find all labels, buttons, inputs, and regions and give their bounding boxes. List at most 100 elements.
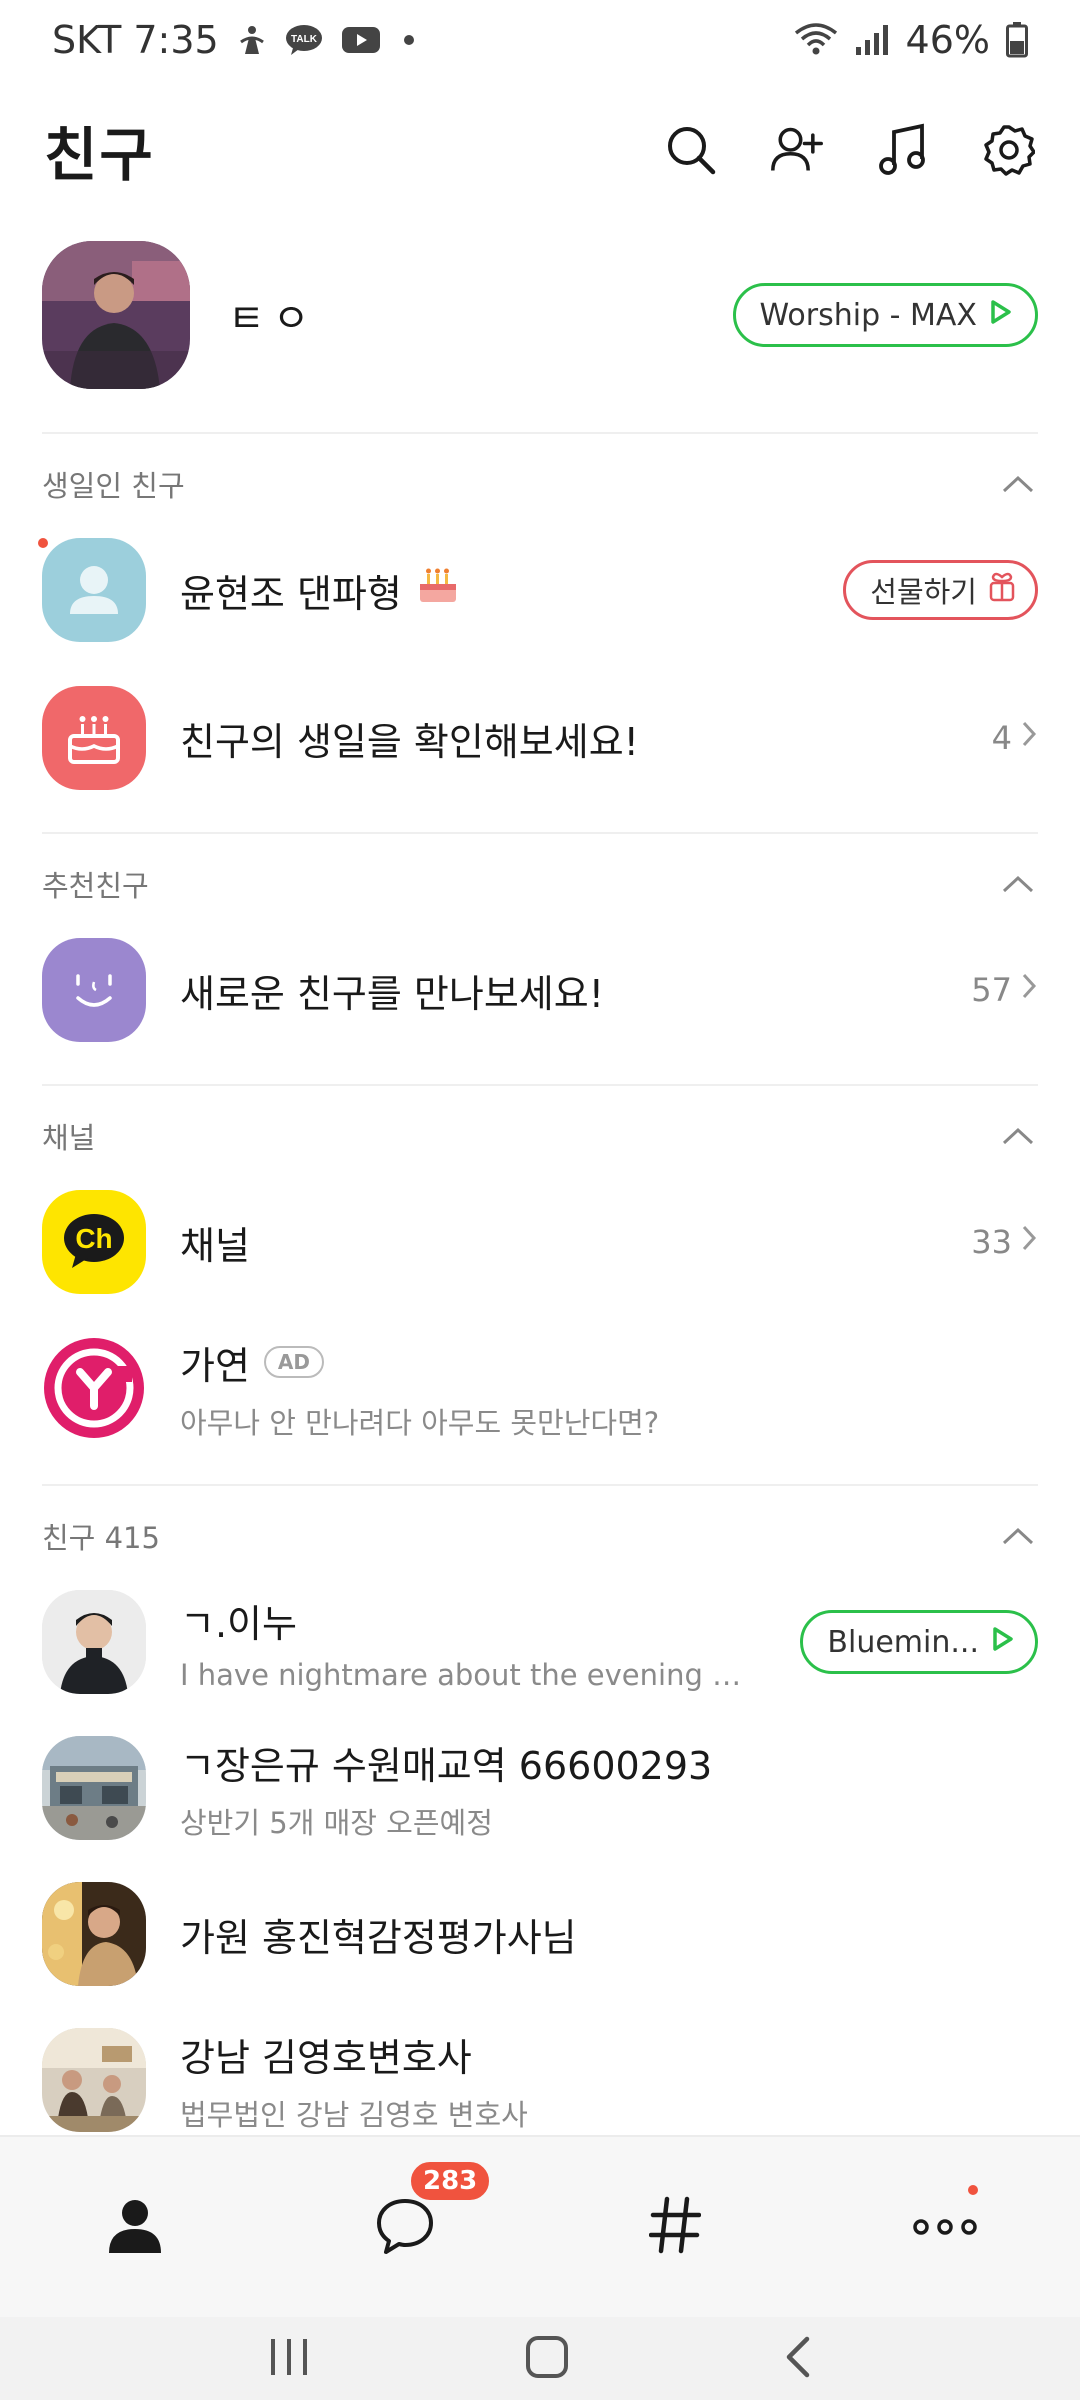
list-item-friend[interactable]: 가원 홍진혁감정평가사님 xyxy=(0,1864,1080,2004)
section-header-birthday[interactable]: 생일인 친구 xyxy=(0,454,1080,514)
wifi-icon xyxy=(794,23,838,57)
svg-text:TALK: TALK xyxy=(291,34,318,45)
friend-name: 윤현조 댄파형 xyxy=(180,571,402,616)
list-item-birthday-friend[interactable]: 윤현조 댄파형 선물하기 xyxy=(0,520,1080,660)
chevron-up-icon[interactable] xyxy=(998,464,1038,504)
divider xyxy=(42,432,1038,434)
list-item-friend[interactable]: ㄱ.이누 I have nightmare about the evening … xyxy=(0,1572,1080,1712)
chevron-right-icon xyxy=(1020,1223,1038,1261)
battery-percent: 46% xyxy=(905,18,990,62)
section-title: 생일인 친구 xyxy=(42,469,185,503)
play-icon xyxy=(989,298,1013,333)
smile-avatar xyxy=(42,938,146,1042)
system-nav-bar xyxy=(0,2317,1080,2400)
page-title: 친구 xyxy=(44,121,155,189)
friend-status: 법무법인 강남 김영호 변호사 xyxy=(180,2097,528,2132)
section-header-channel[interactable]: 채널 xyxy=(0,1106,1080,1166)
ad-badge: AD xyxy=(263,1346,325,1378)
carrier-time: SKT 7:35 xyxy=(52,18,219,62)
friend-name: ㄱ.이누 xyxy=(180,1601,297,1646)
list-item-channel[interactable]: Ch 채널 33 xyxy=(0,1172,1080,1312)
friend-avatar xyxy=(42,2028,146,2132)
friend-status: I have nightmare about the evening pri..… xyxy=(180,1657,750,1692)
back-icon[interactable] xyxy=(783,2335,813,2383)
gift-label: 선물하기 xyxy=(870,575,977,609)
svg-text:Ch: Ch xyxy=(75,1223,112,1254)
add-friend-icon[interactable] xyxy=(770,123,824,177)
gift-button[interactable]: 선물하기 xyxy=(843,560,1038,620)
list-item-recommended[interactable]: 새로운 친구를 만나보세요! 57 xyxy=(0,920,1080,1060)
new-dot xyxy=(38,538,48,548)
ad-name: 가연 xyxy=(180,1343,250,1388)
bottom-nav: 283 xyxy=(0,2135,1080,2317)
section-header-recommended[interactable]: 추천친구 xyxy=(0,854,1080,914)
chat-unread-badge: 283 xyxy=(408,2159,493,2203)
tab-chats[interactable]: 283 xyxy=(270,2137,540,2317)
signal-icon xyxy=(854,23,890,57)
tab-open-chat[interactable] xyxy=(540,2137,810,2317)
play-icon xyxy=(991,1625,1015,1660)
tab-more[interactable] xyxy=(810,2137,1080,2317)
battery-icon xyxy=(1006,22,1028,58)
dot-icon xyxy=(399,30,419,50)
status-bar: SKT 7:35 TALK 46% xyxy=(0,0,1080,80)
list-item-friend[interactable]: 강남 김영호변호사 법무법인 강남 김영호 변호사 xyxy=(0,2010,1080,2150)
list-item-birthday-check[interactable]: 친구의 생일을 확인해보세요! 4 xyxy=(0,668,1080,808)
section-header-friends[interactable]: 친구 415 xyxy=(0,1506,1080,1566)
friend-name: 가원 홍진혁감정평가사님 xyxy=(180,1915,577,1960)
friend-status: 상반기 5개 매장 오픈예정 xyxy=(180,1805,493,1840)
channel-logo-icon: Ch xyxy=(42,1190,146,1294)
chat-bubble-icon xyxy=(374,2195,436,2259)
section-title: 추천친구 xyxy=(42,869,149,903)
app-header: 친구 xyxy=(0,95,1080,205)
chevron-right-icon xyxy=(1020,719,1038,757)
settings-icon[interactable] xyxy=(982,123,1036,177)
gesture-icon xyxy=(237,24,267,56)
gift-icon xyxy=(987,571,1017,610)
youtube-icon xyxy=(341,25,381,55)
chevron-right-icon xyxy=(1020,971,1038,1009)
default-avatar xyxy=(42,538,146,642)
profile-music-label: Worship - MAX xyxy=(759,297,977,333)
section-title: 채널 xyxy=(42,1121,96,1155)
more-dots-icon xyxy=(911,2213,979,2241)
recommended-text: 새로운 친구를 만나보세요! xyxy=(180,971,604,1016)
recent-apps-icon[interactable] xyxy=(267,2337,311,2381)
ad-subtitle: 아무나 안 만나려다 아무도 못만난다면? xyxy=(180,1405,660,1440)
cake-icon xyxy=(416,566,460,615)
chevron-up-icon[interactable] xyxy=(998,1116,1038,1156)
birthday-check-text: 친구의 생일을 확인해보세요! xyxy=(180,719,639,764)
friend-name: ㄱ장은규 수원매교역 66600293 xyxy=(180,1743,713,1788)
hashtag-icon xyxy=(648,2195,702,2259)
divider xyxy=(42,1084,1038,1086)
chevron-up-icon[interactable] xyxy=(998,864,1038,904)
search-icon[interactable] xyxy=(664,123,718,177)
divider xyxy=(42,832,1038,834)
new-dot xyxy=(968,2185,978,2195)
ad-logo-icon xyxy=(42,1336,146,1440)
channel-label: 채널 xyxy=(180,1223,250,1268)
friend-music-button[interactable]: Bluemin... xyxy=(800,1610,1038,1674)
friend-name: 강남 김영호변호사 xyxy=(180,2035,472,2080)
birthday-count: 4 xyxy=(991,719,1012,757)
music-icon[interactable] xyxy=(876,123,930,177)
profile-music-button[interactable]: Worship - MAX xyxy=(732,283,1038,347)
friend-music-label: Bluemin... xyxy=(827,1624,979,1660)
birthday-cake-avatar xyxy=(42,686,146,790)
channel-count: 33 xyxy=(971,1223,1012,1261)
talk-bubble-icon: TALK xyxy=(285,24,323,56)
chevron-up-icon[interactable] xyxy=(998,1516,1038,1556)
list-item-ad[interactable]: 가연 AD 아무나 안 만나려다 아무도 못만난다면? xyxy=(0,1318,1080,1458)
recommended-count: 57 xyxy=(971,971,1012,1009)
my-profile[interactable]: ㅌㅇ Worship - MAX xyxy=(0,240,1080,390)
my-avatar[interactable] xyxy=(42,241,190,389)
tab-friends[interactable] xyxy=(0,2137,270,2317)
section-title: 친구 415 xyxy=(42,1521,160,1555)
friend-avatar xyxy=(42,1736,146,1840)
divider xyxy=(42,1484,1038,1486)
my-name: ㅌㅇ xyxy=(228,296,318,342)
friend-avatar xyxy=(42,1882,146,1986)
friend-avatar xyxy=(42,1590,146,1694)
home-icon[interactable] xyxy=(525,2335,569,2383)
list-item-friend[interactable]: ㄱ장은규 수원매교역 66600293 상반기 5개 매장 오픈예정 xyxy=(0,1718,1080,1858)
